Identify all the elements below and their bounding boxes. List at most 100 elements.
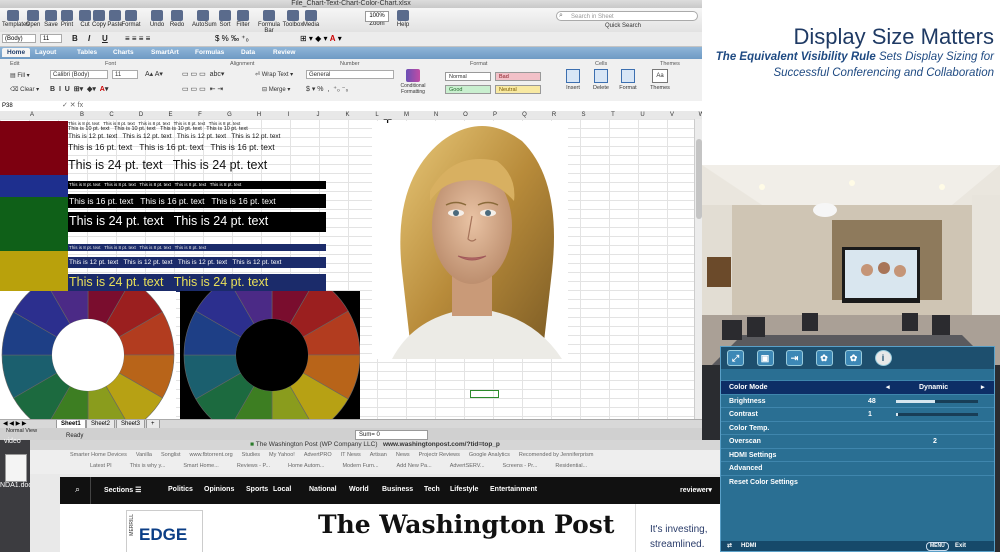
nav-item-national[interactable]: National (309, 486, 337, 493)
nav-item-business[interactable]: Business (382, 486, 413, 493)
italic-button[interactable]: I (88, 34, 90, 43)
clear-button[interactable]: ⌫ Clear ▾ (10, 86, 39, 93)
font-style-select[interactable]: (Body) (2, 34, 36, 43)
font-name-select[interactable]: Calibri (Body) (50, 70, 108, 79)
bookmark-item[interactable]: AdvertPRO (304, 452, 332, 458)
insert-button[interactable]: Insert (562, 69, 584, 91)
osd-item-color-mode[interactable]: Color Mode ◂ ▸ Dynamic (721, 380, 994, 394)
tab-smartart[interactable]: SmartArt (146, 48, 184, 57)
projector-osd-menu[interactable]: ⤢ ▣ ⇥ ✿ ✿ i Color Mode ◂ ▸ Dynamic Brightness 48 Co… (720, 346, 995, 552)
font-size-select[interactable]: 11 (40, 34, 62, 43)
nav-item-sports[interactable]: Sports (246, 486, 268, 493)
media-button[interactable]: Media (300, 10, 322, 28)
osd-menu-button[interactable]: MENU (926, 542, 949, 551)
osd-exit-label[interactable]: Exit (955, 541, 966, 551)
column-header[interactable]: V (662, 111, 682, 119)
redo-button[interactable]: Redo (166, 10, 188, 28)
bookmark-item[interactable]: Projectr Reviews (419, 452, 460, 458)
bookmark-item[interactable]: Songlist (161, 452, 181, 458)
nav-item-local[interactable]: Local (273, 486, 291, 493)
bookmark-item[interactable]: Add New Pa... (397, 463, 432, 469)
zoom-select[interactable]: 100% (365, 11, 389, 22)
autosum-button[interactable]: AutoSum (192, 10, 217, 28)
column-header[interactable]: A (22, 111, 42, 119)
info-icon[interactable]: i (874, 350, 892, 366)
bookmark-item[interactable]: Studies (242, 452, 260, 458)
undo-button[interactable]: Undo (146, 10, 168, 28)
status-sum[interactable]: Sum= 0 (355, 430, 428, 440)
bookmark-item[interactable]: News (396, 452, 410, 458)
column-header[interactable]: N (426, 111, 446, 119)
bookmark-item[interactable]: This is why y... (130, 463, 166, 469)
investing-ad[interactable]: It's investing, streamlined. (635, 504, 720, 552)
osd-left-arrow-icon[interactable]: ◂ (886, 381, 890, 394)
alignment-buttons[interactable]: ▭ ▭ ▭ abc▾ (182, 70, 224, 78)
style-normal[interactable]: Normal (445, 72, 491, 81)
bookmark-item[interactable]: Screens - Pr... (503, 463, 538, 469)
ribbon-font-style-buttons[interactable]: B I U ⊞▾ ◆▾ A▾ (50, 85, 108, 93)
style-bad[interactable]: Bad (495, 72, 541, 81)
browser-window[interactable]: ■ The Washington Post (WP Company LLC) w… (30, 440, 720, 552)
column-header[interactable]: C (102, 111, 122, 119)
bookmark-item[interactable]: Residential... (555, 463, 587, 469)
bookmark-item[interactable]: Modern Furn... (342, 463, 378, 469)
column-header[interactable]: I (279, 111, 299, 119)
bookmark-item[interactable]: AdvertSERV... (450, 463, 485, 469)
name-box[interactable]: P38 (2, 102, 57, 110)
tab-charts[interactable]: Charts (108, 48, 139, 57)
tab-tables[interactable]: Tables (72, 48, 102, 57)
settings-icon[interactable]: ✿ (845, 350, 862, 366)
number-format-icons[interactable]: $ % ‰ ⁺₀ (215, 34, 249, 43)
formula-bar-button[interactable]: Formula Bar (258, 10, 280, 34)
border-color-icons[interactable]: ⊞ ▾ ◆ ▾ A ▾ (300, 34, 342, 43)
format-button[interactable]: Format (120, 10, 142, 28)
grow-shrink-font[interactable]: A▴ A▾ (145, 70, 163, 78)
osd-item-brightness[interactable]: Brightness 48 (721, 393, 994, 408)
search-input[interactable]: Search in Sheet (556, 11, 698, 21)
bookmark-item[interactable]: Latest PI (90, 463, 112, 469)
merrill-edge-ad[interactable]: MERRILL EDGE (126, 510, 203, 552)
column-header[interactable]: U (633, 111, 653, 119)
tab-data[interactable]: Data (236, 48, 260, 57)
osd-item-reset-color-settings[interactable]: Reset Color Settings (721, 474, 994, 489)
bookmark-item[interactable]: Google Analytics (469, 452, 510, 458)
ribbon-font-size-select[interactable]: 11 (112, 70, 138, 79)
osd-item-color-temp[interactable]: Color Temp. (721, 420, 994, 435)
cells-format-button[interactable]: Format (617, 69, 639, 91)
nav-item-entertainment[interactable]: Entertainment (490, 486, 537, 493)
tab-layout[interactable]: Layout (30, 48, 61, 57)
nav-item-opinions[interactable]: Opinions (204, 486, 234, 493)
sections-menu[interactable]: Sections ☰ (104, 486, 141, 494)
align-icons[interactable]: ≡ ≡ ≡ ≡ (125, 34, 150, 43)
help-button[interactable]: Help (392, 10, 414, 28)
column-header[interactable]: Q (515, 111, 535, 119)
picture-icon[interactable]: ▣ (756, 350, 774, 366)
column-header[interactable]: W (692, 111, 702, 119)
osd-item-overscan[interactable]: Overscan 2 (721, 434, 994, 448)
conditional-formatting-button[interactable]: Conditional Formatting (398, 69, 428, 95)
templates-button[interactable]: Templates (2, 10, 29, 28)
bookmark-item[interactable]: Recomended by Jenniferprism (519, 452, 594, 458)
column-header[interactable]: G (220, 111, 240, 119)
account-menu[interactable]: reviewer▾ (680, 486, 712, 494)
column-header[interactable]: L (367, 111, 387, 119)
worksheet-grid[interactable]: This is 8 pt. text This is 8 pt. text Th… (0, 119, 702, 419)
desktop-folder-label[interactable]: video (4, 438, 21, 445)
bookmark-item[interactable]: Artisan (370, 452, 387, 458)
style-neutral[interactable]: Neutral (495, 85, 541, 94)
document-icon[interactable] (5, 454, 27, 482)
input-icon[interactable]: ⇥ (786, 350, 803, 366)
excel-window[interactable]: File_Chart-Text-Chart-Color-Chart.xlsx T… (0, 0, 702, 440)
bold-button[interactable]: B (72, 34, 78, 43)
osd-right-arrow-icon[interactable]: ▸ (981, 381, 985, 394)
column-header[interactable]: H (249, 111, 269, 119)
column-header[interactable]: S (574, 111, 594, 119)
formula-icons[interactable]: ✓ ✕ fx (62, 101, 83, 109)
washington-post-logo[interactable]: The Washington Post (318, 510, 614, 539)
selected-cell[interactable] (470, 390, 499, 398)
alignment-buttons-2[interactable]: ▭ ▭ ▭ ⇤ ⇥ (182, 85, 223, 93)
desktop-file-label[interactable]: NDA1.doc (0, 482, 32, 489)
column-header[interactable]: O (456, 111, 476, 119)
bookmark-item[interactable]: Reviews - P... (237, 463, 270, 469)
setup-icon[interactable]: ✿ (815, 350, 833, 366)
